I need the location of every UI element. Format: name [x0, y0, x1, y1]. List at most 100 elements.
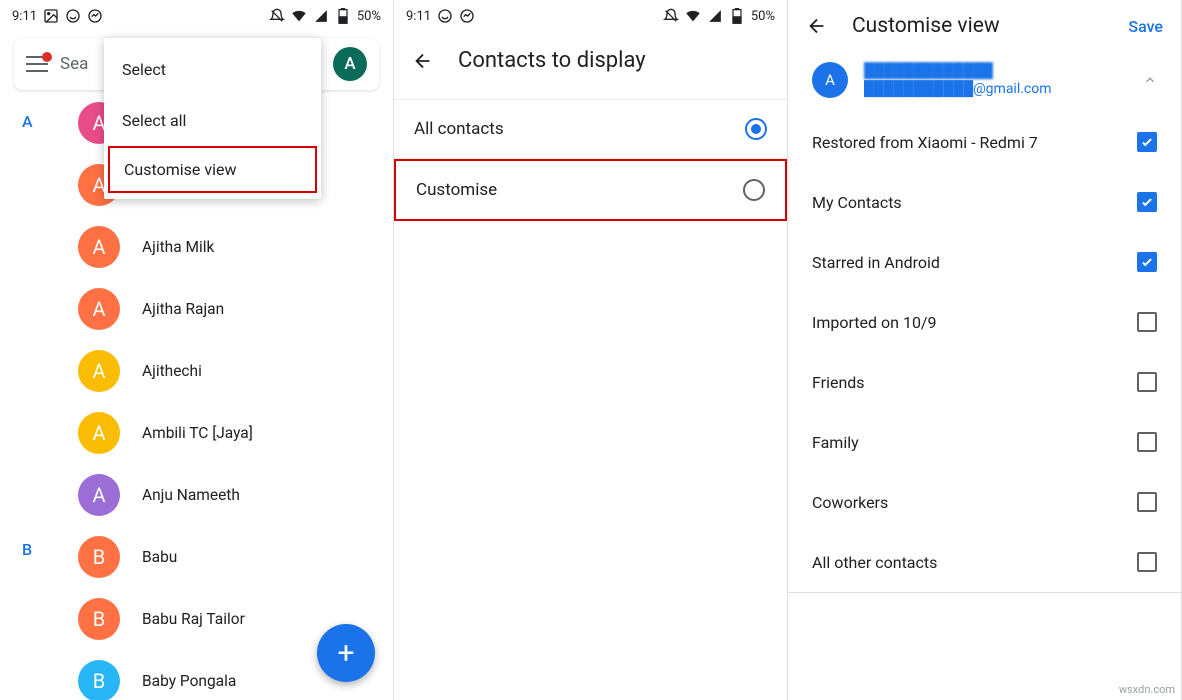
panel-customise-view: Customise view Save A █████████████ ████… [788, 0, 1182, 700]
contact-name: Baby Pongala [142, 672, 236, 690]
group-label: Imported on 10/9 [812, 313, 937, 332]
messenger-icon [87, 8, 103, 24]
group-row[interactable]: Family [788, 412, 1181, 472]
group-label: Family [812, 433, 859, 452]
notification-dot-icon [42, 52, 52, 62]
contact-avatar: A [78, 350, 120, 392]
back-arrow-icon[interactable] [806, 15, 828, 37]
contact-name: Ajitha Milk [142, 238, 214, 256]
contact-avatar: B [78, 660, 120, 700]
group-row[interactable]: Friends [788, 352, 1181, 412]
group-label: My Contacts [812, 193, 902, 212]
back-arrow-icon[interactable] [412, 50, 434, 72]
contact-row[interactable]: A Ajithechi [0, 340, 393, 402]
wifi-icon [291, 8, 307, 24]
signal-icon [707, 8, 723, 24]
contact-row[interactable]: B Babu [0, 526, 393, 588]
contact-avatar: A [78, 412, 120, 454]
status-battery: 50% [751, 9, 775, 24]
contact-name: Ajitha Rajan [142, 300, 224, 318]
watermark: wsxdn.com [1119, 683, 1175, 696]
group-row[interactable]: Coworkers [788, 472, 1181, 532]
checkbox-checked-icon[interactable] [1137, 132, 1157, 152]
status-time: 9:11 [12, 9, 37, 24]
contact-name: Babu Raj Tailor [142, 610, 245, 628]
contact-name: Ajithechi [142, 362, 202, 380]
contact-name: Anju Nameeth [142, 486, 240, 504]
chevron-up-icon [1143, 73, 1157, 87]
screen-header: Contacts to display [394, 32, 787, 89]
screen-header: Customise view Save [788, 0, 1181, 48]
section-header-b: B [22, 540, 32, 559]
account-name: █████████████ [864, 62, 1127, 80]
contact-name: Ambili TC [Jaya] [142, 424, 253, 442]
messenger-icon [459, 8, 475, 24]
profile-avatar[interactable]: A [333, 47, 367, 81]
panel-contacts-to-display: 9:11 50% Co [394, 0, 788, 700]
image-icon [43, 8, 59, 24]
group-label: Restored from Xiaomi - Redmi 7 [812, 133, 1038, 152]
contact-avatar: B [78, 536, 120, 578]
checkbox-unchecked-icon[interactable] [1137, 372, 1157, 392]
status-battery: 50% [357, 9, 381, 24]
dnd-icon [269, 8, 285, 24]
hamburger-icon[interactable] [26, 56, 48, 72]
battery-icon [335, 8, 351, 24]
dnd-icon [663, 8, 679, 24]
wifi-icon [685, 8, 701, 24]
menu-select-all[interactable]: Select all [104, 95, 321, 146]
contact-avatar: A [78, 474, 120, 516]
checkbox-unchecked-icon[interactable] [1137, 552, 1157, 572]
contact-avatar: A [78, 226, 120, 268]
plus-icon: + [337, 636, 354, 671]
group-label: Starred in Android [812, 253, 940, 272]
group-row[interactable]: My Contacts [788, 172, 1181, 232]
contact-row[interactable]: A Ambili TC [Jaya] [0, 402, 393, 464]
option-label: All contacts [414, 119, 504, 139]
group-row[interactable]: All other contacts [788, 532, 1181, 592]
contact-avatar: A [78, 288, 120, 330]
status-bar: 9:11 50% [0, 0, 393, 32]
panel-contacts-list: 9:11 50% [0, 0, 394, 700]
save-button[interactable]: Save [1128, 17, 1163, 36]
checkbox-unchecked-icon[interactable] [1137, 492, 1157, 512]
group-row[interactable]: Restored from Xiaomi - Redmi 7 [788, 112, 1181, 172]
whatsapp-icon [437, 8, 453, 24]
account-email: ███████████@gmail.com [864, 80, 1127, 98]
checkbox-checked-icon[interactable] [1137, 192, 1157, 212]
group-label: All other contacts [812, 553, 937, 572]
battery-icon [729, 8, 745, 24]
group-label: Friends [812, 373, 865, 392]
contact-avatar: B [78, 598, 120, 640]
radio-icon [743, 179, 765, 201]
menu-customise-view[interactable]: Customise view [108, 146, 317, 193]
option-all-contacts[interactable]: All contacts [394, 99, 787, 159]
option-customise[interactable]: Customise [394, 159, 787, 221]
account-avatar: A [812, 62, 848, 98]
contact-row[interactable]: A Ajitha Milk [0, 216, 393, 278]
section-header-a: A [22, 112, 33, 131]
option-label: Customise [416, 180, 497, 200]
account-row[interactable]: A █████████████ ███████████@gmail.com [788, 48, 1181, 112]
contact-row[interactable]: A Ajitha Rajan [0, 278, 393, 340]
checkbox-checked-icon[interactable] [1137, 252, 1157, 272]
signal-icon [313, 8, 329, 24]
page-title: Contacts to display [458, 48, 646, 73]
group-row[interactable]: Starred in Android [788, 232, 1181, 292]
group-row[interactable]: Imported on 10/9 [788, 292, 1181, 352]
menu-select[interactable]: Select [104, 44, 321, 95]
status-bar: 9:11 50% [394, 0, 787, 32]
contact-name: Babu [142, 548, 177, 566]
add-contact-fab[interactable]: + [317, 624, 375, 682]
page-title: Customise view [852, 14, 1000, 38]
group-list: Restored from Xiaomi - Redmi 7 My Contact… [788, 112, 1181, 593]
checkbox-unchecked-icon[interactable] [1137, 312, 1157, 332]
radio-icon [745, 118, 767, 140]
group-label: Coworkers [812, 493, 888, 512]
overflow-menu: Select Select all Customise view [104, 38, 321, 199]
whatsapp-icon [65, 8, 81, 24]
status-time: 9:11 [406, 9, 431, 24]
checkbox-unchecked-icon[interactable] [1137, 432, 1157, 452]
account-info: █████████████ ███████████@gmail.com [864, 62, 1127, 98]
contact-row[interactable]: A Anju Nameeth [0, 464, 393, 526]
